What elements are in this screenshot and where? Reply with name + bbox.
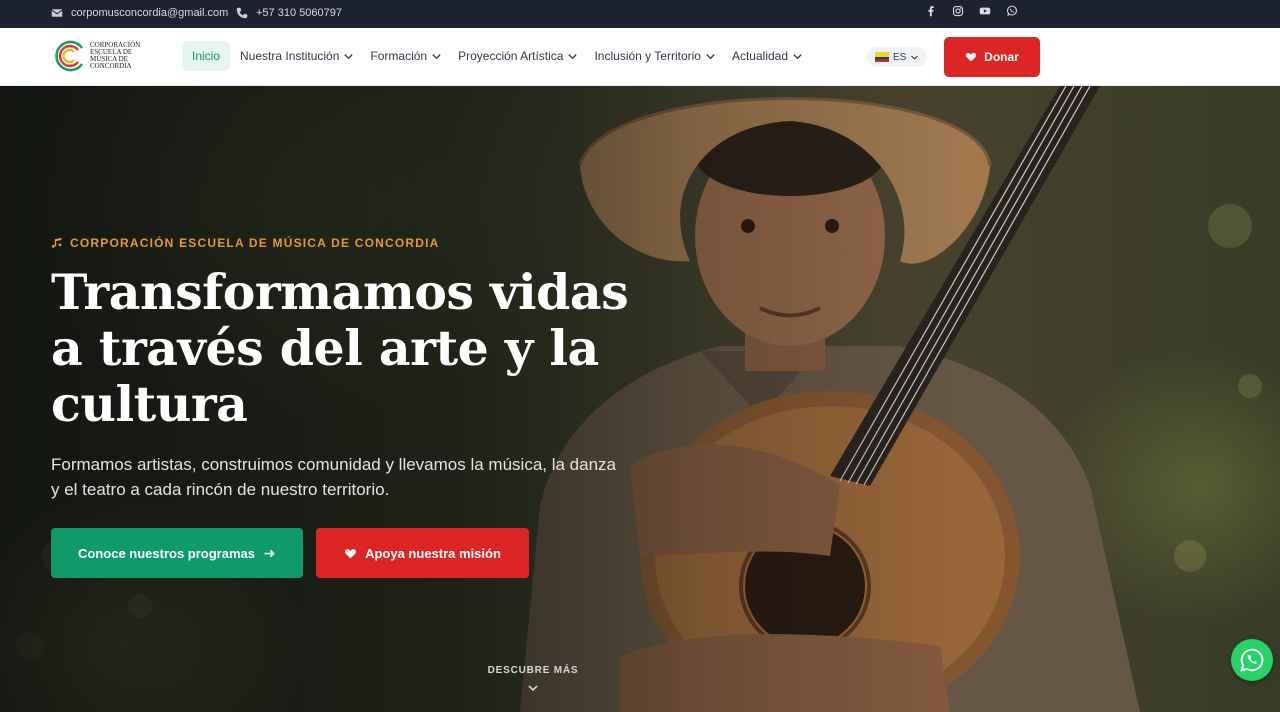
top-info-bar: corpomusconcordia@gmail.com +57 310 5060… [0,0,1280,28]
arrow-right-icon [264,549,275,557]
whatsapp-float-button[interactable] [1231,639,1273,681]
chevron-down-icon [344,53,354,59]
nav-item-formacion[interactable]: Formación [364,41,448,71]
nav-item-inclusion-territorio[interactable]: Inclusión y Territorio [588,41,722,71]
chevron-down-icon [911,55,919,60]
phone-icon [236,7,248,19]
nav-item-actualidad[interactable]: Actualidad [726,41,809,71]
language-label: ES [893,51,907,63]
programs-button-label: Conoce nuestros programas [78,545,255,561]
nav-item-label: Nuestra Institución [240,49,340,63]
nav-item-proyeccion-artistica[interactable]: Proyección Artística [452,41,584,71]
support-mission-label: Apoya nuestra misión [365,545,501,561]
chevron-down-icon [568,53,578,59]
site-logo[interactable]: CORPORACIÓN ESCUELA DE MÚSICA DE CONCORD… [52,39,152,73]
email-text: corpomusconcordia@gmail.com [71,7,229,19]
heart-icon [966,53,977,62]
phone-text: +57 310 5060797 [256,7,342,19]
programs-button[interactable]: Conoce nuestros programas [51,528,303,578]
discover-more[interactable]: DESCUBRE MÁS [483,665,583,694]
contact-email[interactable]: corpomusconcordia@gmail.com [51,7,228,19]
whatsapp-icon [1240,648,1264,672]
logo-mark-icon [52,39,86,73]
contact-phone[interactable]: +57 310 5060797 [236,7,342,19]
hero-subtitle: Formamos artistas, construimos comunidad… [51,455,616,499]
logo-text: CORPORACIÓN ESCUELA DE MÚSICA DE CONCORD… [90,41,141,70]
facebook-icon[interactable] [925,5,937,17]
mail-icon [51,7,63,19]
hero-section: CORPORACIÓN ESCUELA DE MÚSICA DE CONCORD… [0,86,1280,712]
language-selector[interactable]: ES [867,47,928,67]
nav-item-inicio[interactable]: Inicio [182,41,231,71]
whatsapp-small-icon[interactable] [1006,5,1018,17]
instagram-icon[interactable] [952,5,964,17]
hero-eyebrow-text: CORPORACIÓN ESCUELA DE MÚSICA DE CONCORD… [70,236,440,250]
social-links [925,5,1018,17]
youtube-icon[interactable] [979,5,991,17]
nav-item-label: Formación [370,49,428,63]
nav-item-nuestra-institucion[interactable]: Nuestra Institución [234,41,360,71]
nav-item-label: Inicio [192,49,221,63]
primary-nav: Inicio Nuestra Institución Formación Pro… [182,41,809,71]
chevron-down-icon [432,53,441,59]
discover-more-label: DESCUBRE MÁS [487,665,579,676]
main-navbar: CORPORACIÓN ESCUELA DE MÚSICA DE CONCORD… [0,28,1280,86]
hero-eyebrow: CORPORACIÓN ESCUELA DE MÚSICA DE CONCORD… [51,236,440,250]
nav-item-label: Inclusión y Territorio [594,49,701,63]
donate-label: Donar [984,50,1019,64]
nav-item-label: Actualidad [731,49,789,63]
chevron-down-icon [528,685,538,692]
nav-item-label: Proyección Artística [458,49,564,63]
music-note-icon [51,237,62,248]
donate-button[interactable]: Donar [944,37,1040,77]
chevron-down-icon [706,53,715,59]
heart-icon [345,548,357,558]
hero-headline: Transformamos vidas a través del arte y … [51,263,629,433]
colombia-flag-icon [875,52,889,62]
chevron-down-icon [793,53,802,59]
support-mission-button[interactable]: Apoya nuestra misión [316,528,529,578]
